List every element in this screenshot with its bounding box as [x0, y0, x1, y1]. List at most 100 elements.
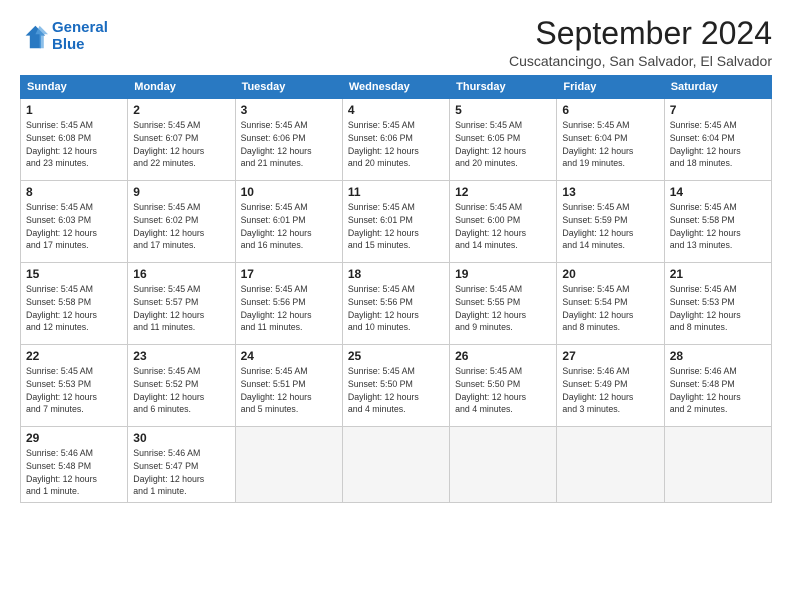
table-row — [664, 427, 771, 503]
table-row: 30 Sunrise: 5:46 AM Sunset: 5:47 PM Dayli… — [128, 427, 235, 503]
table-row — [557, 427, 664, 503]
day-number: 15 — [26, 267, 122, 281]
day-info: Sunrise: 5:45 AM Sunset: 5:54 PM Dayligh… — [562, 283, 658, 334]
table-row: 2Sunrise: 5:45 AM Sunset: 6:07 PM Daylig… — [128, 99, 235, 181]
table-row: 8 Sunrise: 5:45 AM Sunset: 6:03 PM Daylig… — [21, 181, 128, 263]
day-number: 28 — [670, 349, 766, 363]
day-number: 30 — [133, 431, 229, 445]
title-block: September 2024 Cuscatancingo, San Salvad… — [509, 16, 772, 69]
table-row: 25 Sunrise: 5:45 AM Sunset: 5:50 PM Dayli… — [342, 345, 449, 427]
table-row: 3 Sunrise: 5:45 AM Sunset: 6:06 PM Daylig… — [235, 99, 342, 181]
day-info: Sunrise: 5:45 AM Sunset: 5:51 PM Dayligh… — [241, 365, 337, 416]
page: General Blue September 2024 Cuscatancing… — [0, 0, 792, 612]
table-row: 14 Sunrise: 5:45 AM Sunset: 5:58 PM Dayli… — [664, 181, 771, 263]
day-info: Sunrise: 5:45 AM Sunset: 5:50 PM Dayligh… — [455, 365, 551, 416]
day-info: Sunrise: 5:45 AM Sunset: 5:52 PM Dayligh… — [133, 365, 229, 416]
table-row: 18 Sunrise: 5:45 AM Sunset: 5:56 PM Dayli… — [342, 263, 449, 345]
day-number: 3 — [241, 103, 337, 117]
day-info: Sunrise: 5:45 AM Sunset: 5:53 PM Dayligh… — [26, 365, 122, 416]
day-number: 18 — [348, 267, 444, 281]
day-info: Sunrise: 5:45 AM Sunset: 6:02 PM Dayligh… — [133, 201, 229, 252]
day-number: 29 — [26, 431, 122, 445]
day-number: 8 — [26, 185, 122, 199]
table-row: 22 Sunrise: 5:45 AM Sunset: 5:53 PM Dayli… — [21, 345, 128, 427]
day-number: 11 — [348, 185, 444, 199]
day-number: 9 — [133, 185, 229, 199]
table-row: 19 Sunrise: 5:45 AM Sunset: 5:55 PM Dayli… — [450, 263, 557, 345]
col-thursday: Thursday — [450, 76, 557, 99]
calendar-table: Sunday Monday Tuesday Wednesday Thursday… — [20, 75, 772, 503]
table-row: 10Sunrise: 5:45 AM Sunset: 6:01 PM Dayli… — [235, 181, 342, 263]
day-number: 20 — [562, 267, 658, 281]
day-info: Sunrise: 5:45 AM Sunset: 5:50 PM Dayligh… — [348, 365, 444, 416]
day-info: Sunrise: 5:45 AM Sunset: 6:03 PM Dayligh… — [26, 201, 122, 252]
day-number: 4 — [348, 103, 444, 117]
day-info: Sunrise: 5:45 AM Sunset: 5:58 PM Dayligh… — [670, 201, 766, 252]
table-row: 13 Sunrise: 5:45 AM Sunset: 5:59 PM Dayli… — [557, 181, 664, 263]
table-row: 23 Sunrise: 5:45 AM Sunset: 5:52 PM Dayli… — [128, 345, 235, 427]
day-number: 21 — [670, 267, 766, 281]
day-number: 5 — [455, 103, 551, 117]
day-info: Sunrise: 5:45 AM Sunset: 5:53 PM Dayligh… — [670, 283, 766, 334]
day-number: 13 — [562, 185, 658, 199]
day-number: 2 — [133, 103, 229, 117]
header-row: Sunday Monday Tuesday Wednesday Thursday… — [21, 76, 772, 99]
day-number: 27 — [562, 349, 658, 363]
table-row — [342, 427, 449, 503]
day-info: Sunrise: 5:46 AM Sunset: 5:48 PM Dayligh… — [670, 365, 766, 416]
day-info: Sunrise: 5:45 AM Sunset: 5:56 PM Dayligh… — [241, 283, 337, 334]
table-row: 21 Sunrise: 5:45 AM Sunset: 5:53 PM Dayli… — [664, 263, 771, 345]
table-row: 17Sunrise: 5:45 AM Sunset: 5:56 PM Dayli… — [235, 263, 342, 345]
col-monday: Monday — [128, 76, 235, 99]
logo-icon — [20, 23, 48, 51]
day-number: 10 — [241, 185, 337, 199]
day-info: Sunrise: 5:45 AM Sunset: 5:56 PM Dayligh… — [348, 283, 444, 334]
location: Cuscatancingo, San Salvador, El Salvador — [509, 53, 772, 69]
day-info: Sunrise: 5:45 AM Sunset: 6:08 PM Dayligh… — [26, 119, 122, 170]
table-row — [450, 427, 557, 503]
table-row: 5Sunrise: 5:45 AM Sunset: 6:05 PM Daylig… — [450, 99, 557, 181]
day-info: Sunrise: 5:46 AM Sunset: 5:48 PM Dayligh… — [26, 447, 122, 498]
table-row: 29 Sunrise: 5:46 AM Sunset: 5:48 PM Dayli… — [21, 427, 128, 503]
table-row: 24 Sunrise: 5:45 AM Sunset: 5:51 PM Dayli… — [235, 345, 342, 427]
col-saturday: Saturday — [664, 76, 771, 99]
table-row: 27 Sunrise: 5:46 AM Sunset: 5:49 PM Dayli… — [557, 345, 664, 427]
col-wednesday: Wednesday — [342, 76, 449, 99]
table-row: 6 Sunrise: 5:45 AM Sunset: 6:04 PM Daylig… — [557, 99, 664, 181]
table-row: 28 Sunrise: 5:46 AM Sunset: 5:48 PM Dayli… — [664, 345, 771, 427]
day-number: 7 — [670, 103, 766, 117]
day-info: Sunrise: 5:46 AM Sunset: 5:47 PM Dayligh… — [133, 447, 229, 498]
table-row — [235, 427, 342, 503]
day-number: 25 — [348, 349, 444, 363]
header: General Blue September 2024 Cuscatancing… — [20, 16, 772, 69]
col-tuesday: Tuesday — [235, 76, 342, 99]
table-row: 7 Sunrise: 5:45 AM Sunset: 6:04 PM Daylig… — [664, 99, 771, 181]
day-info: Sunrise: 5:45 AM Sunset: 6:00 PM Dayligh… — [455, 201, 551, 252]
day-number: 23 — [133, 349, 229, 363]
day-number: 22 — [26, 349, 122, 363]
logo-name: General Blue — [52, 20, 108, 53]
table-row: 16Sunrise: 5:45 AM Sunset: 5:57 PM Dayli… — [128, 263, 235, 345]
logo: General Blue — [20, 20, 108, 53]
day-number: 14 — [670, 185, 766, 199]
day-number: 24 — [241, 349, 337, 363]
table-row: 4Sunrise: 5:45 AM Sunset: 6:06 PM Daylig… — [342, 99, 449, 181]
table-row: 11Sunrise: 5:45 AM Sunset: 6:01 PM Dayli… — [342, 181, 449, 263]
table-row: 12Sunrise: 5:45 AM Sunset: 6:00 PM Dayli… — [450, 181, 557, 263]
col-friday: Friday — [557, 76, 664, 99]
day-info: Sunrise: 5:45 AM Sunset: 5:57 PM Dayligh… — [133, 283, 229, 334]
day-number: 1 — [26, 103, 122, 117]
day-number: 19 — [455, 267, 551, 281]
day-info: Sunrise: 5:45 AM Sunset: 6:06 PM Dayligh… — [241, 119, 337, 170]
day-info: Sunrise: 5:45 AM Sunset: 5:58 PM Dayligh… — [26, 283, 122, 334]
table-row: 20 Sunrise: 5:45 AM Sunset: 5:54 PM Dayli… — [557, 263, 664, 345]
table-row: 26 Sunrise: 5:45 AM Sunset: 5:50 PM Dayli… — [450, 345, 557, 427]
day-info: Sunrise: 5:45 AM Sunset: 6:04 PM Dayligh… — [562, 119, 658, 170]
day-info: Sunrise: 5:45 AM Sunset: 5:55 PM Dayligh… — [455, 283, 551, 334]
day-info: Sunrise: 5:45 AM Sunset: 5:59 PM Dayligh… — [562, 201, 658, 252]
day-number: 6 — [562, 103, 658, 117]
table-row: 9 Sunrise: 5:45 AM Sunset: 6:02 PM Daylig… — [128, 181, 235, 263]
day-info: Sunrise: 5:45 AM Sunset: 6:04 PM Dayligh… — [670, 119, 766, 170]
day-info: Sunrise: 5:46 AM Sunset: 5:49 PM Dayligh… — [562, 365, 658, 416]
day-number: 26 — [455, 349, 551, 363]
